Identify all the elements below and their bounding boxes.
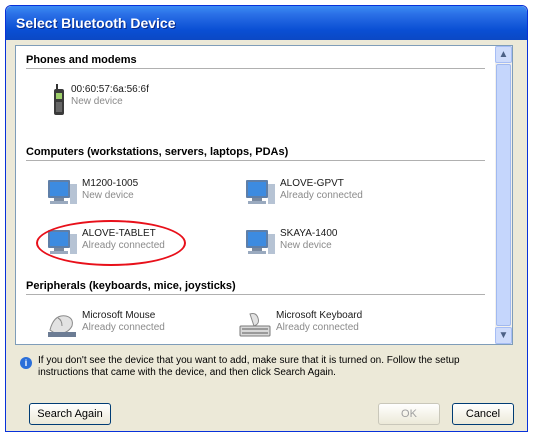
device-name: SKAYA-1400 xyxy=(280,228,338,239)
ok-button[interactable]: OK xyxy=(378,403,440,425)
device-status: Already connected xyxy=(82,322,165,333)
device-item[interactable]: 00:60:57:6a:56:6f New device xyxy=(51,84,149,116)
info-message: i If you don't see the device that you w… xyxy=(20,355,500,379)
device-item[interactable]: Microsoft Mouse Already connected xyxy=(46,310,165,338)
window-title: Select Bluetooth Device xyxy=(16,15,176,31)
scroll-up-button[interactable]: ▲ xyxy=(495,46,512,63)
group-header-peripherals: Peripherals (keyboards, mice, joysticks) xyxy=(26,280,485,295)
device-status: Already connected xyxy=(276,322,359,333)
cancel-button[interactable]: Cancel xyxy=(452,403,514,425)
device-item[interactable]: ALOVE-GPVT Already connected xyxy=(244,178,363,208)
computer-icon xyxy=(48,230,77,254)
scrollbar-thumb[interactable] xyxy=(496,64,511,326)
search-again-button[interactable]: Search Again xyxy=(29,403,111,425)
vertical-scrollbar[interactable]: ▲ ▼ xyxy=(495,46,512,344)
device-status: Already connected xyxy=(82,240,165,251)
info-text: If you don't see the device that you wan… xyxy=(38,355,460,378)
keyboard-icon xyxy=(239,313,271,337)
device-item[interactable]: Microsoft Keyboard Already connected xyxy=(238,310,362,338)
device-item[interactable]: M1200-1005 New device xyxy=(46,178,138,208)
device-name: ALOVE-GPVT xyxy=(280,178,344,189)
computer-icon xyxy=(246,180,275,204)
device-list: Phones and modems 00:60:57:6a:56:6f New … xyxy=(16,46,495,344)
info-icon: i xyxy=(20,357,32,369)
device-status: New device xyxy=(82,190,134,201)
device-name: Microsoft Keyboard xyxy=(276,310,363,321)
device-item[interactable]: SKAYA-1400 New device xyxy=(244,228,337,258)
group-header-computers: Computers (workstations, servers, laptop… xyxy=(26,146,485,161)
group-header-phones: Phones and modems xyxy=(26,54,485,69)
phone-icon xyxy=(54,84,64,115)
device-name: Microsoft Mouse xyxy=(82,310,156,321)
device-status: New device xyxy=(71,96,123,107)
device-status: New device xyxy=(280,240,332,251)
device-list-panel: Phones and modems 00:60:57:6a:56:6f New … xyxy=(15,45,513,345)
device-name: M1200-1005 xyxy=(82,178,139,189)
chevron-down-icon: ▼ xyxy=(498,329,509,341)
device-name: ALOVE-TABLET xyxy=(82,228,156,239)
device-item-selected[interactable]: ALOVE-TABLET Already connected xyxy=(46,228,165,258)
scroll-down-button[interactable]: ▼ xyxy=(495,327,512,344)
device-name: 00:60:57:6a:56:6f xyxy=(71,84,149,95)
mouse-icon xyxy=(48,315,76,337)
computer-icon xyxy=(48,180,77,204)
device-status: Already connected xyxy=(280,190,363,201)
title-bar[interactable]: Select Bluetooth Device xyxy=(6,6,527,40)
computer-icon xyxy=(246,230,275,254)
chevron-up-icon: ▲ xyxy=(498,48,509,60)
